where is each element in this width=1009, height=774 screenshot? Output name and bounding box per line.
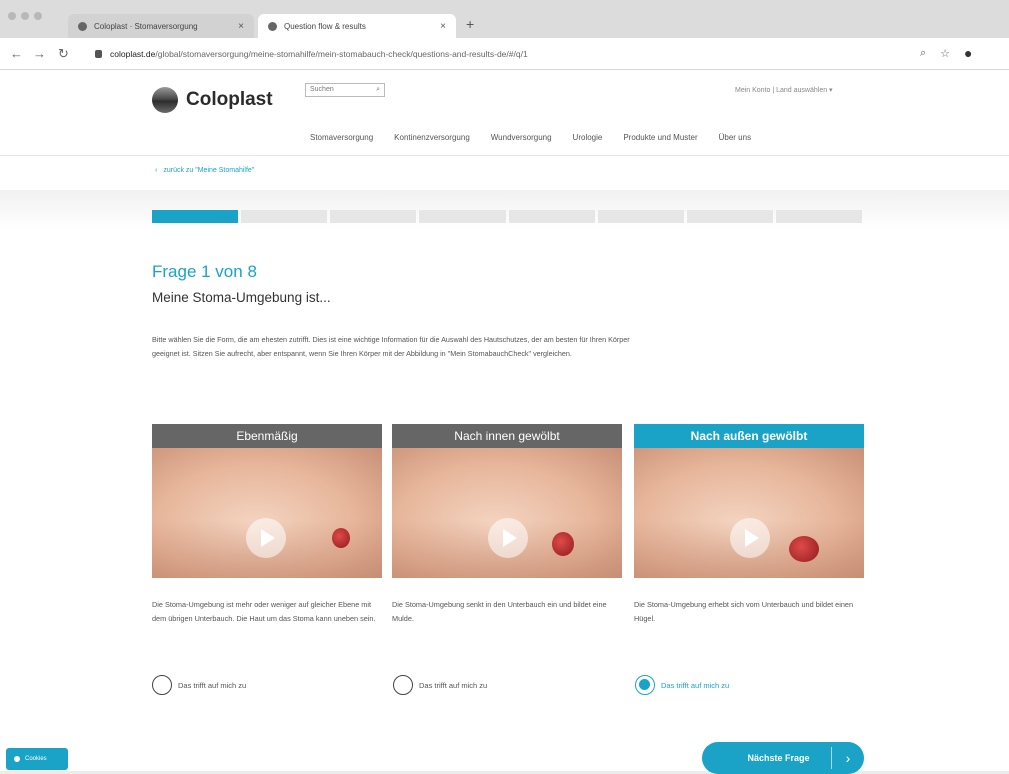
profile-icon[interactable]: ● [964,45,972,61]
stoma-illustration [332,528,350,548]
radio-label: Das trifft auf mich zu [419,680,488,690]
browser-tab-2[interactable]: Question flow & results × [258,14,456,38]
option-description: Die Stoma-Umgebung senkt in den Unterbau… [392,600,607,623]
option-radio-flat[interactable]: Das trifft auf mich zu [152,675,246,695]
progress-segment [508,210,595,223]
radio-button-selected[interactable] [635,675,655,695]
zoom-icon[interactable]: ⌕ [920,47,926,61]
play-video-icon[interactable] [246,518,286,558]
progress-segment [330,210,417,223]
browser-actions: ⌕ ☆ ● [920,45,973,61]
back-link[interactable]: ‹ zurück zu "Meine Stomahilfe" [155,167,254,174]
option-description: Die Stoma-Umgebung ist mehr oder weniger… [152,600,376,623]
next-question-label: Nächste Frage [747,753,810,763]
progress-segment [419,210,506,223]
play-video-icon[interactable] [488,518,528,558]
url-domain: coloplast.de [110,49,156,59]
option-radio-outward[interactable]: Das trifft auf mich zu [635,675,729,695]
question-description: Bitte wählen Sie die Form, die am eheste… [152,335,630,358]
option-title: Ebenmäßig [152,424,382,448]
tab-label: Coloplast · Stomaversorgung [94,21,198,31]
question-progress-bar [152,210,862,223]
progress-segment [597,210,684,223]
progress-segment [241,210,328,223]
star-icon[interactable]: ☆ [940,47,950,61]
cookie-settings-button[interactable]: Cookies [6,748,68,770]
play-video-icon[interactable] [730,518,770,558]
close-window-icon[interactable] [8,12,16,20]
chevron-right-icon: › [845,750,851,766]
option-title: Nach innen gewölbt [392,424,622,448]
option-radio-inward[interactable]: Das trifft auf mich zu [393,675,487,695]
option-description: Die Stoma-Umgebung erhebt sich vom Unter… [634,600,854,623]
option-card-outward[interactable]: Nach außen gewölbt Die Stoma-Umgebung er… [634,424,864,626]
radio-button[interactable] [393,675,413,695]
main-navigation: Stomaversorgung Kontinenzversorgung Wund… [310,133,751,142]
stoma-image-outward [634,448,864,578]
back-arrow-icon[interactable]: ← [10,46,23,61]
stoma-illustration [789,536,819,562]
option-card-flat[interactable]: Ebenmäßig Die Stoma-Umgebung ist mehr od… [152,424,382,626]
option-title: Nach außen gewölbt [634,424,864,448]
cookie-icon [14,756,20,762]
account-links[interactable]: Mein Konto | Land auswählen ▾ [735,86,833,94]
lock-icon [95,50,102,58]
forward-arrow-icon[interactable]: → [33,46,46,61]
next-question-button[interactable]: Nächste Frage › [702,742,864,774]
close-tab-icon[interactable]: × [440,21,446,32]
nav-item-produkte[interactable]: Produkte und Muster [623,133,697,142]
question-heading: Meine Stoma-Umgebung ist... [152,290,331,305]
progress-segment [686,210,773,223]
nav-item-ueber-uns[interactable]: Über uns [719,133,751,142]
stoma-image-flat [152,448,382,578]
tab-label: Question flow & results [284,21,366,31]
radio-button[interactable] [152,675,172,695]
nav-item-urologie[interactable]: Urologie [573,133,603,142]
search-input[interactable]: Suchen ⌕ [305,83,385,97]
stoma-illustration [552,532,574,556]
browser-tab-1[interactable]: Coloplast · Stomaversorgung × [68,14,254,38]
nav-item-kontinenzversorgung[interactable]: Kontinenzversorgung [394,133,470,142]
tab-bar: Coloplast · Stomaversorgung × Question f… [0,0,1009,38]
radio-label: Das trifft auf mich zu [661,680,730,690]
new-tab-icon[interactable]: + [466,16,474,32]
reload-icon[interactable]: ↻ [58,46,69,62]
browser-window: Coloplast · Stomaversorgung × Question f… [0,0,1009,774]
favicon-icon [78,21,87,31]
coloplast-logo-icon [152,87,178,113]
close-tab-icon[interactable]: × [238,21,244,32]
nav-item-stomaversorgung[interactable]: Stomaversorgung [310,133,373,142]
window-controls [8,12,42,20]
brand-name: Coloplast [186,89,273,110]
progress-segment-complete [152,210,239,223]
favicon-icon [268,21,277,31]
progress-segment [775,210,862,223]
stoma-image-inward [392,448,622,578]
question-counter: Frage 1 von 8 [152,262,257,281]
minimize-window-icon[interactable] [21,12,29,20]
chevron-left-icon: ‹ [155,167,158,174]
maximize-window-icon[interactable] [34,12,42,20]
search-placeholder: Suchen [310,86,334,93]
cookie-label: Cookies [25,756,47,762]
url-field[interactable]: coloplast.de /global/stomaversorgung/mei… [95,44,910,64]
address-bar: ← → ↻ coloplast.de /global/stomaversorgu… [0,38,1009,70]
back-link-label: zurück zu "Meine Stomahilfe" [163,167,255,174]
search-icon[interactable]: ⌕ [376,86,380,94]
url-path: /global/stomaversorgung/meine-stomahilfe… [155,49,528,59]
header-divider [0,155,1009,156]
nav-item-wundversorgung[interactable]: Wundversorgung [491,133,552,142]
site-logo[interactable]: Coloplast [152,87,273,113]
radio-label: Das trifft auf mich zu [178,680,247,690]
option-card-inward[interactable]: Nach innen gewölbt Die Stoma-Umgebung se… [392,424,622,626]
